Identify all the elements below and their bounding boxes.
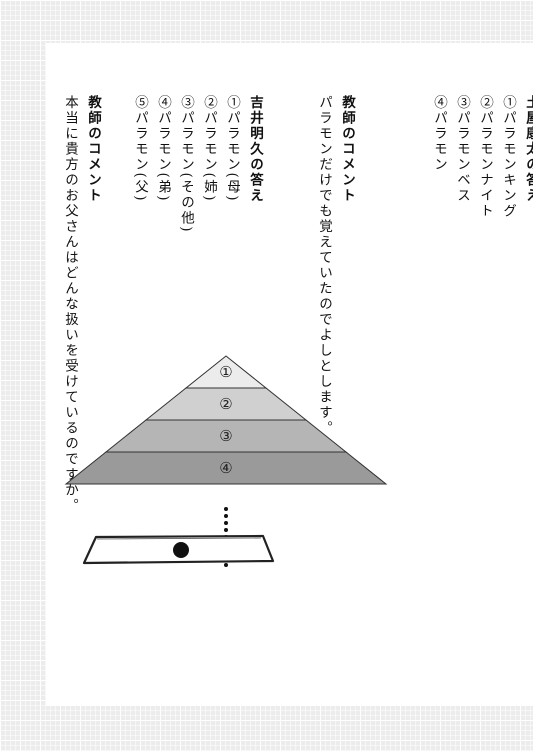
tier-label-1: ① <box>219 363 232 381</box>
section-heading: 土屋康太の答え <box>523 95 533 204</box>
tier-label-2: ② <box>219 395 232 413</box>
tier-label-3: ③ <box>219 427 232 445</box>
comment-line: 本当に貴方のお父さんはどんな扱いを受けているのですか。 <box>62 95 78 514</box>
answer-line: ①パラモン(母) <box>224 95 240 203</box>
answer-block-tsuchiya: 土屋康太の答え ①パラモンキング ②パラモンナイト ③パラモンベス ④パラモン <box>427 95 533 219</box>
answer-line: ②パラモンナイト <box>477 95 493 219</box>
answer-line: ④パラモン <box>431 95 447 173</box>
answer-line: ③パラモン(その他) <box>178 95 194 234</box>
section-heading: 教師のコメント <box>85 95 101 204</box>
base-label: ⑤ <box>175 543 188 559</box>
section-heading: 吉井明久の答え <box>247 95 263 204</box>
answer-line: ①パラモンキング <box>500 95 516 219</box>
answer-line: ②パラモン(姉) <box>201 95 217 203</box>
answer-line: ③パラモンベス <box>454 95 470 204</box>
answer-block-yoshii: 吉井明久の答え ①パラモン(母) ②パラモン(姉) ③パラモン(その他) ④パラ… <box>128 95 266 234</box>
answer-line: ④パラモン(弟) <box>155 95 171 203</box>
tier-label-4: ④ <box>219 459 232 477</box>
page: 土屋康太の答え ①パラモンキング ②パラモンナイト ③パラモンベス ④パラモン … <box>46 43 533 706</box>
answer-line: ⑤パラモン(父) <box>132 95 148 203</box>
teacher-comment-2: 教師のコメント 本当に貴方のお父さんはどんな扱いを受けているのですか。 <box>58 95 104 514</box>
base-slab: ⑤ <box>82 534 275 565</box>
